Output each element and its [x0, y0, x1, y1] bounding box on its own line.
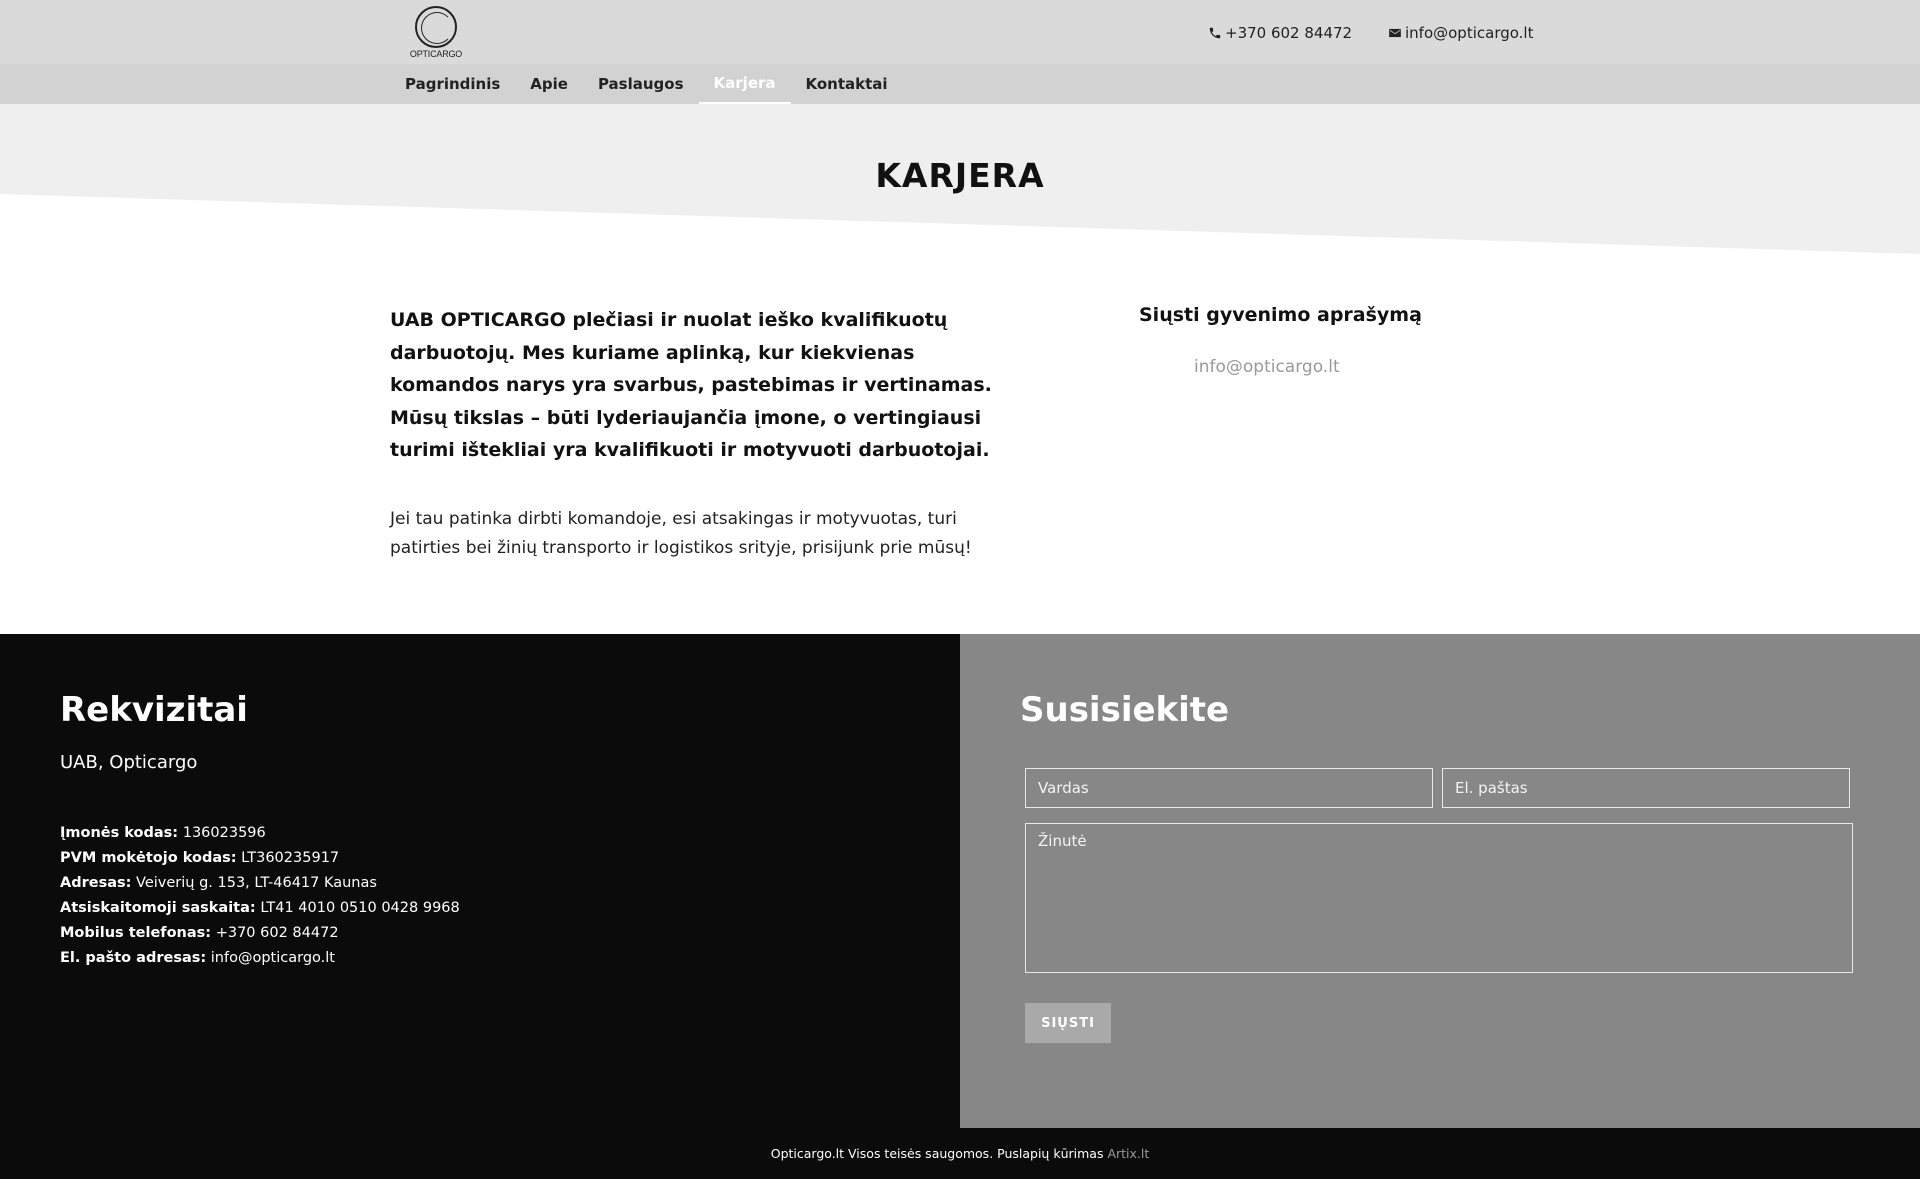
- credit-link[interactable]: Artix.lt: [1107, 1146, 1149, 1161]
- message-textarea[interactable]: [1025, 823, 1853, 973]
- send-button[interactable]: SIŲSTI: [1025, 1003, 1111, 1043]
- envelope-icon: [1389, 28, 1401, 38]
- requisite-row: PVM mokėtojo kodas: LT360235917: [60, 846, 460, 871]
- logo-wordmark: OPTICARGO: [409, 49, 463, 59]
- copyright-text: Opticargo.lt Visos teisės saugomos. Pusl…: [770, 1146, 1104, 1161]
- name-input[interactable]: [1025, 768, 1433, 808]
- nav-item-karjera[interactable]: Karjera: [698, 64, 791, 104]
- requisite-row: Įmonės kodas: 136023596: [60, 821, 460, 846]
- requisite-value: LT41 4010 0510 0428 9968: [260, 900, 460, 916]
- requisite-value: Veiverių g. 153, LT-46417 Kaunas: [136, 875, 377, 891]
- header-email-text: info@opticargo.lt: [1405, 24, 1534, 42]
- intro-text: UAB OPTICARGO plečiasi ir nuolat ieško k…: [390, 309, 992, 461]
- requisite-value: 136023596: [182, 825, 266, 841]
- page-title: KARJERA: [875, 156, 1045, 195]
- requisite-value: LT360235917: [241, 850, 340, 866]
- requisite-row: Adresas: Veiverių g. 153, LT-46417 Kauna…: [60, 871, 460, 896]
- requisite-label: Mobilus telefonas:: [60, 925, 212, 941]
- requisites-list: Įmonės kodas: 136023596 PVM mokėtojo kod…: [60, 821, 460, 971]
- cv-heading: Siųsti gyvenimo aprašymą: [1139, 304, 1422, 326]
- copyright-bar: Opticargo.lt Visos teisės saugomos. Pusl…: [0, 1128, 1920, 1179]
- header-email[interactable]: info@opticargo.lt: [1388, 24, 1533, 42]
- requisite-row: Mobilus telefonas: +370 602 84472: [60, 921, 460, 946]
- main-nav: Pagrindinis Apie Paslaugos Karjera Konta…: [390, 64, 903, 104]
- nav-item-apie[interactable]: Apie: [515, 64, 583, 104]
- requisite-value: info@opticargo.lt: [210, 950, 335, 966]
- phone-icon: [1209, 27, 1221, 39]
- requisite-row: Atsiskaitomoji saskaita: LT41 4010 0510 …: [60, 896, 460, 921]
- navbar: Pagrindinis Apie Paslaugos Karjera Konta…: [0, 64, 1920, 104]
- requisite-label: Įmonės kodas:: [60, 825, 179, 841]
- logo-ring-icon: [415, 6, 457, 48]
- header-phone-text: +370 602 84472: [1225, 24, 1353, 42]
- footer-requisites: Rekvizitai UAB, Opticargo Įmonės kodas: …: [0, 634, 960, 1128]
- contact-title: Susisiekite: [1020, 690, 1230, 730]
- email-input[interactable]: [1442, 768, 1850, 808]
- nav-item-paslaugos[interactable]: Paslaugos: [583, 64, 699, 104]
- requisite-label: PVM mokėtojo kodas:: [60, 850, 237, 866]
- requisites-title: Rekvizitai: [60, 690, 248, 730]
- nav-item-pagrindinis[interactable]: Pagrindinis: [390, 64, 515, 104]
- requisite-label: Adresas:: [60, 875, 132, 891]
- header-topbar: OPTICARGO +370 602 84472 info@opticargo.…: [0, 0, 1920, 64]
- nav-item-kontaktai[interactable]: Kontaktai: [791, 64, 903, 104]
- requisite-row: El. pašto adresas: info@opticargo.lt: [60, 946, 460, 971]
- company-name: UAB, Opticargo: [60, 752, 198, 773]
- requisite-label: El. pašto adresas:: [60, 950, 207, 966]
- footer-contact: Susisiekite SIŲSTI: [960, 634, 1920, 1128]
- body-text: Jei tau patinka dirbti komandoje, esi at…: [390, 509, 972, 558]
- requisite-value: +370 602 84472: [215, 925, 339, 941]
- header-phone[interactable]: +370 602 84472: [1208, 24, 1352, 42]
- logo[interactable]: OPTICARGO: [403, 6, 469, 60]
- requisite-label: Atsiskaitomoji saskaita:: [60, 900, 256, 916]
- cv-email-link[interactable]: info@opticargo.lt: [1194, 357, 1340, 377]
